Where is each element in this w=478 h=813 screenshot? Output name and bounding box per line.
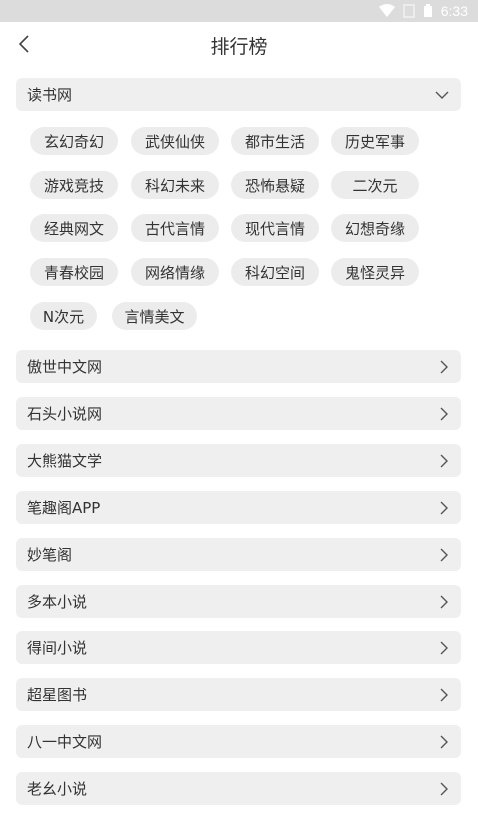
signal-icon xyxy=(403,4,415,18)
source-item-label: 石头小说网 xyxy=(27,405,103,423)
source-item-expanded[interactable]: 读书网 xyxy=(16,78,461,111)
chevron-right-icon xyxy=(440,688,448,701)
source-item[interactable]: 超星图书 xyxy=(16,678,461,711)
source-item[interactable]: 多本小说 xyxy=(16,585,461,618)
source-item[interactable]: 八一中文网 xyxy=(16,725,461,758)
category-chip[interactable]: 幻想奇缘 xyxy=(331,214,419,242)
source-item-label: 大熊猫文学 xyxy=(27,452,103,470)
source-item[interactable]: 笔趣阁APP xyxy=(16,491,461,524)
source-item-label: 笔趣阁APP xyxy=(27,499,101,517)
category-chip[interactable]: 网络情缘 xyxy=(131,258,219,286)
category-chip[interactable]: 都市生活 xyxy=(231,127,319,155)
source-item-label: 傲世中文网 xyxy=(27,358,103,376)
source-item-label: 八一中文网 xyxy=(27,733,103,751)
category-chip[interactable]: 游戏竞技 xyxy=(30,171,118,199)
source-item-label: 老幺小说 xyxy=(27,780,88,798)
source-item-label: 妙笔阁 xyxy=(27,546,73,564)
source-item[interactable]: 傲世中文网 xyxy=(16,350,461,383)
source-item[interactable]: 石头小说网 xyxy=(16,397,461,430)
category-chip[interactable]: 科幻空间 xyxy=(231,258,319,286)
status-time: 6:33 xyxy=(440,3,468,19)
chevron-right-icon xyxy=(440,360,448,373)
category-chip[interactable]: 科幻未来 xyxy=(131,171,219,199)
source-item[interactable]: 得间小说 xyxy=(16,631,461,664)
status-bar: 6:33 xyxy=(0,0,478,22)
chevron-right-icon xyxy=(440,782,448,795)
wifi-icon xyxy=(378,4,395,18)
chevron-right-icon xyxy=(440,501,448,514)
category-chip[interactable]: 二次元 xyxy=(331,171,419,199)
page-title: 排行榜 xyxy=(210,36,268,58)
chevron-right-icon xyxy=(440,407,448,420)
category-chip[interactable]: N次元 xyxy=(30,302,97,330)
source-item-label: 读书网 xyxy=(27,86,73,104)
chevron-right-icon xyxy=(440,735,448,748)
source-item[interactable]: 妙笔阁 xyxy=(16,538,461,571)
chevron-right-icon xyxy=(440,454,448,467)
chevron-right-icon xyxy=(440,548,448,561)
category-chip[interactable]: 现代言情 xyxy=(231,214,319,242)
category-chip[interactable]: 玄幻奇幻 xyxy=(30,127,118,155)
chevron-right-icon xyxy=(440,595,448,608)
source-item-label: 得间小说 xyxy=(27,639,88,657)
battery-icon xyxy=(423,4,433,18)
category-chip[interactable]: 恐怖悬疑 xyxy=(231,171,319,199)
category-chip[interactable]: 言情美文 xyxy=(112,302,197,330)
category-chip[interactable]: 青春校园 xyxy=(30,258,118,286)
source-item-label: 超星图书 xyxy=(27,686,88,704)
category-chip[interactable]: 历史军事 xyxy=(331,127,419,155)
category-chip[interactable]: 经典网文 xyxy=(30,214,118,242)
source-item-label: 多本小说 xyxy=(27,593,88,611)
chevron-down-icon xyxy=(435,91,449,99)
source-item[interactable]: 老幺小说 xyxy=(16,772,461,805)
source-item[interactable]: 大熊猫文学 xyxy=(16,444,461,477)
chevron-right-icon xyxy=(440,641,448,654)
category-chip[interactable]: 古代言情 xyxy=(131,214,219,242)
category-chip[interactable]: 鬼怪灵异 xyxy=(331,258,419,286)
app-header: 排行榜 xyxy=(0,22,478,66)
category-chip[interactable]: 武侠仙侠 xyxy=(131,127,219,155)
